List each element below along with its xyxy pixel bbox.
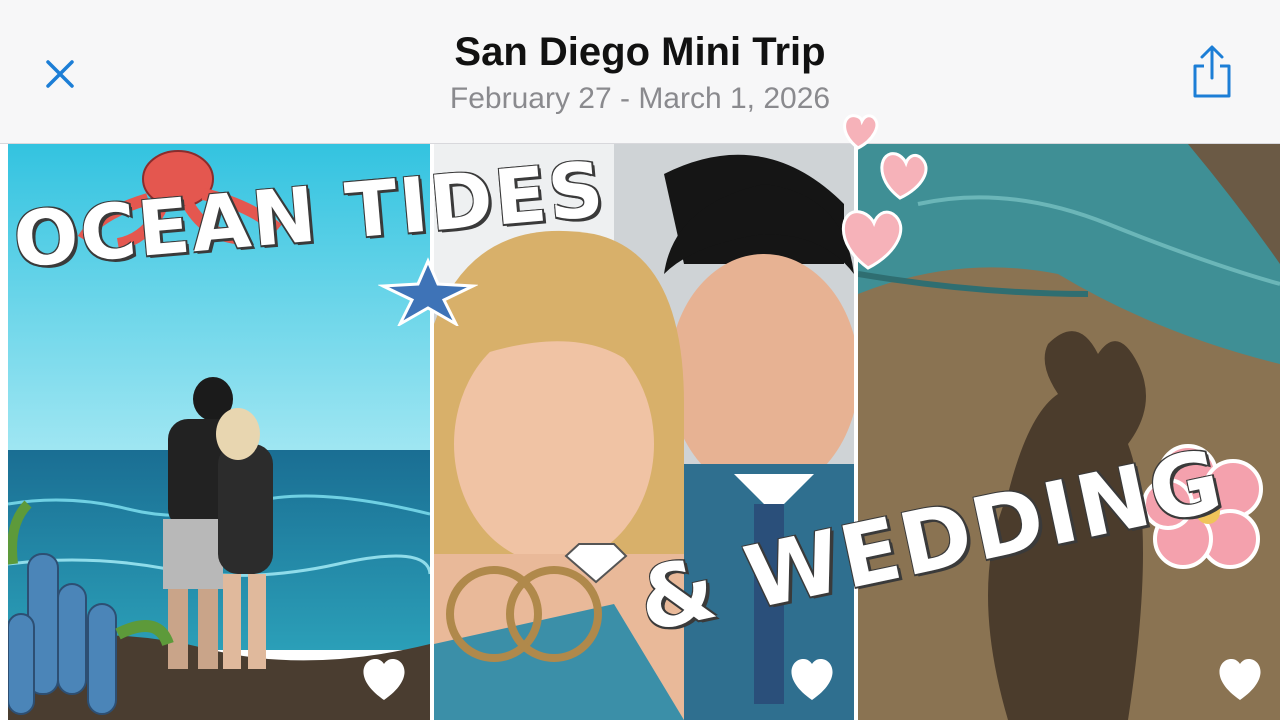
starfish-sticker: [378, 257, 478, 326]
date-range: February 27 - March 1, 2026: [449, 82, 831, 115]
share-icon: [1193, 45, 1231, 98]
share-button[interactable]: [1186, 42, 1238, 102]
favorite-button[interactable]: [786, 656, 838, 704]
page-title: San Diego Mini Trip: [454, 30, 826, 74]
heart-icon: [1219, 658, 1261, 700]
header-bar: San Diego Mini Trip February 27 - March …: [0, 0, 1280, 144]
photo-grid: OCEAN TIDES & WEDDING: [0, 114, 1280, 720]
heart-icon: [791, 658, 833, 700]
hearts-sticker: [841, 114, 928, 270]
favorite-button[interactable]: [1214, 656, 1266, 704]
favorite-button[interactable]: [358, 656, 410, 704]
heart-icon: [363, 658, 405, 700]
